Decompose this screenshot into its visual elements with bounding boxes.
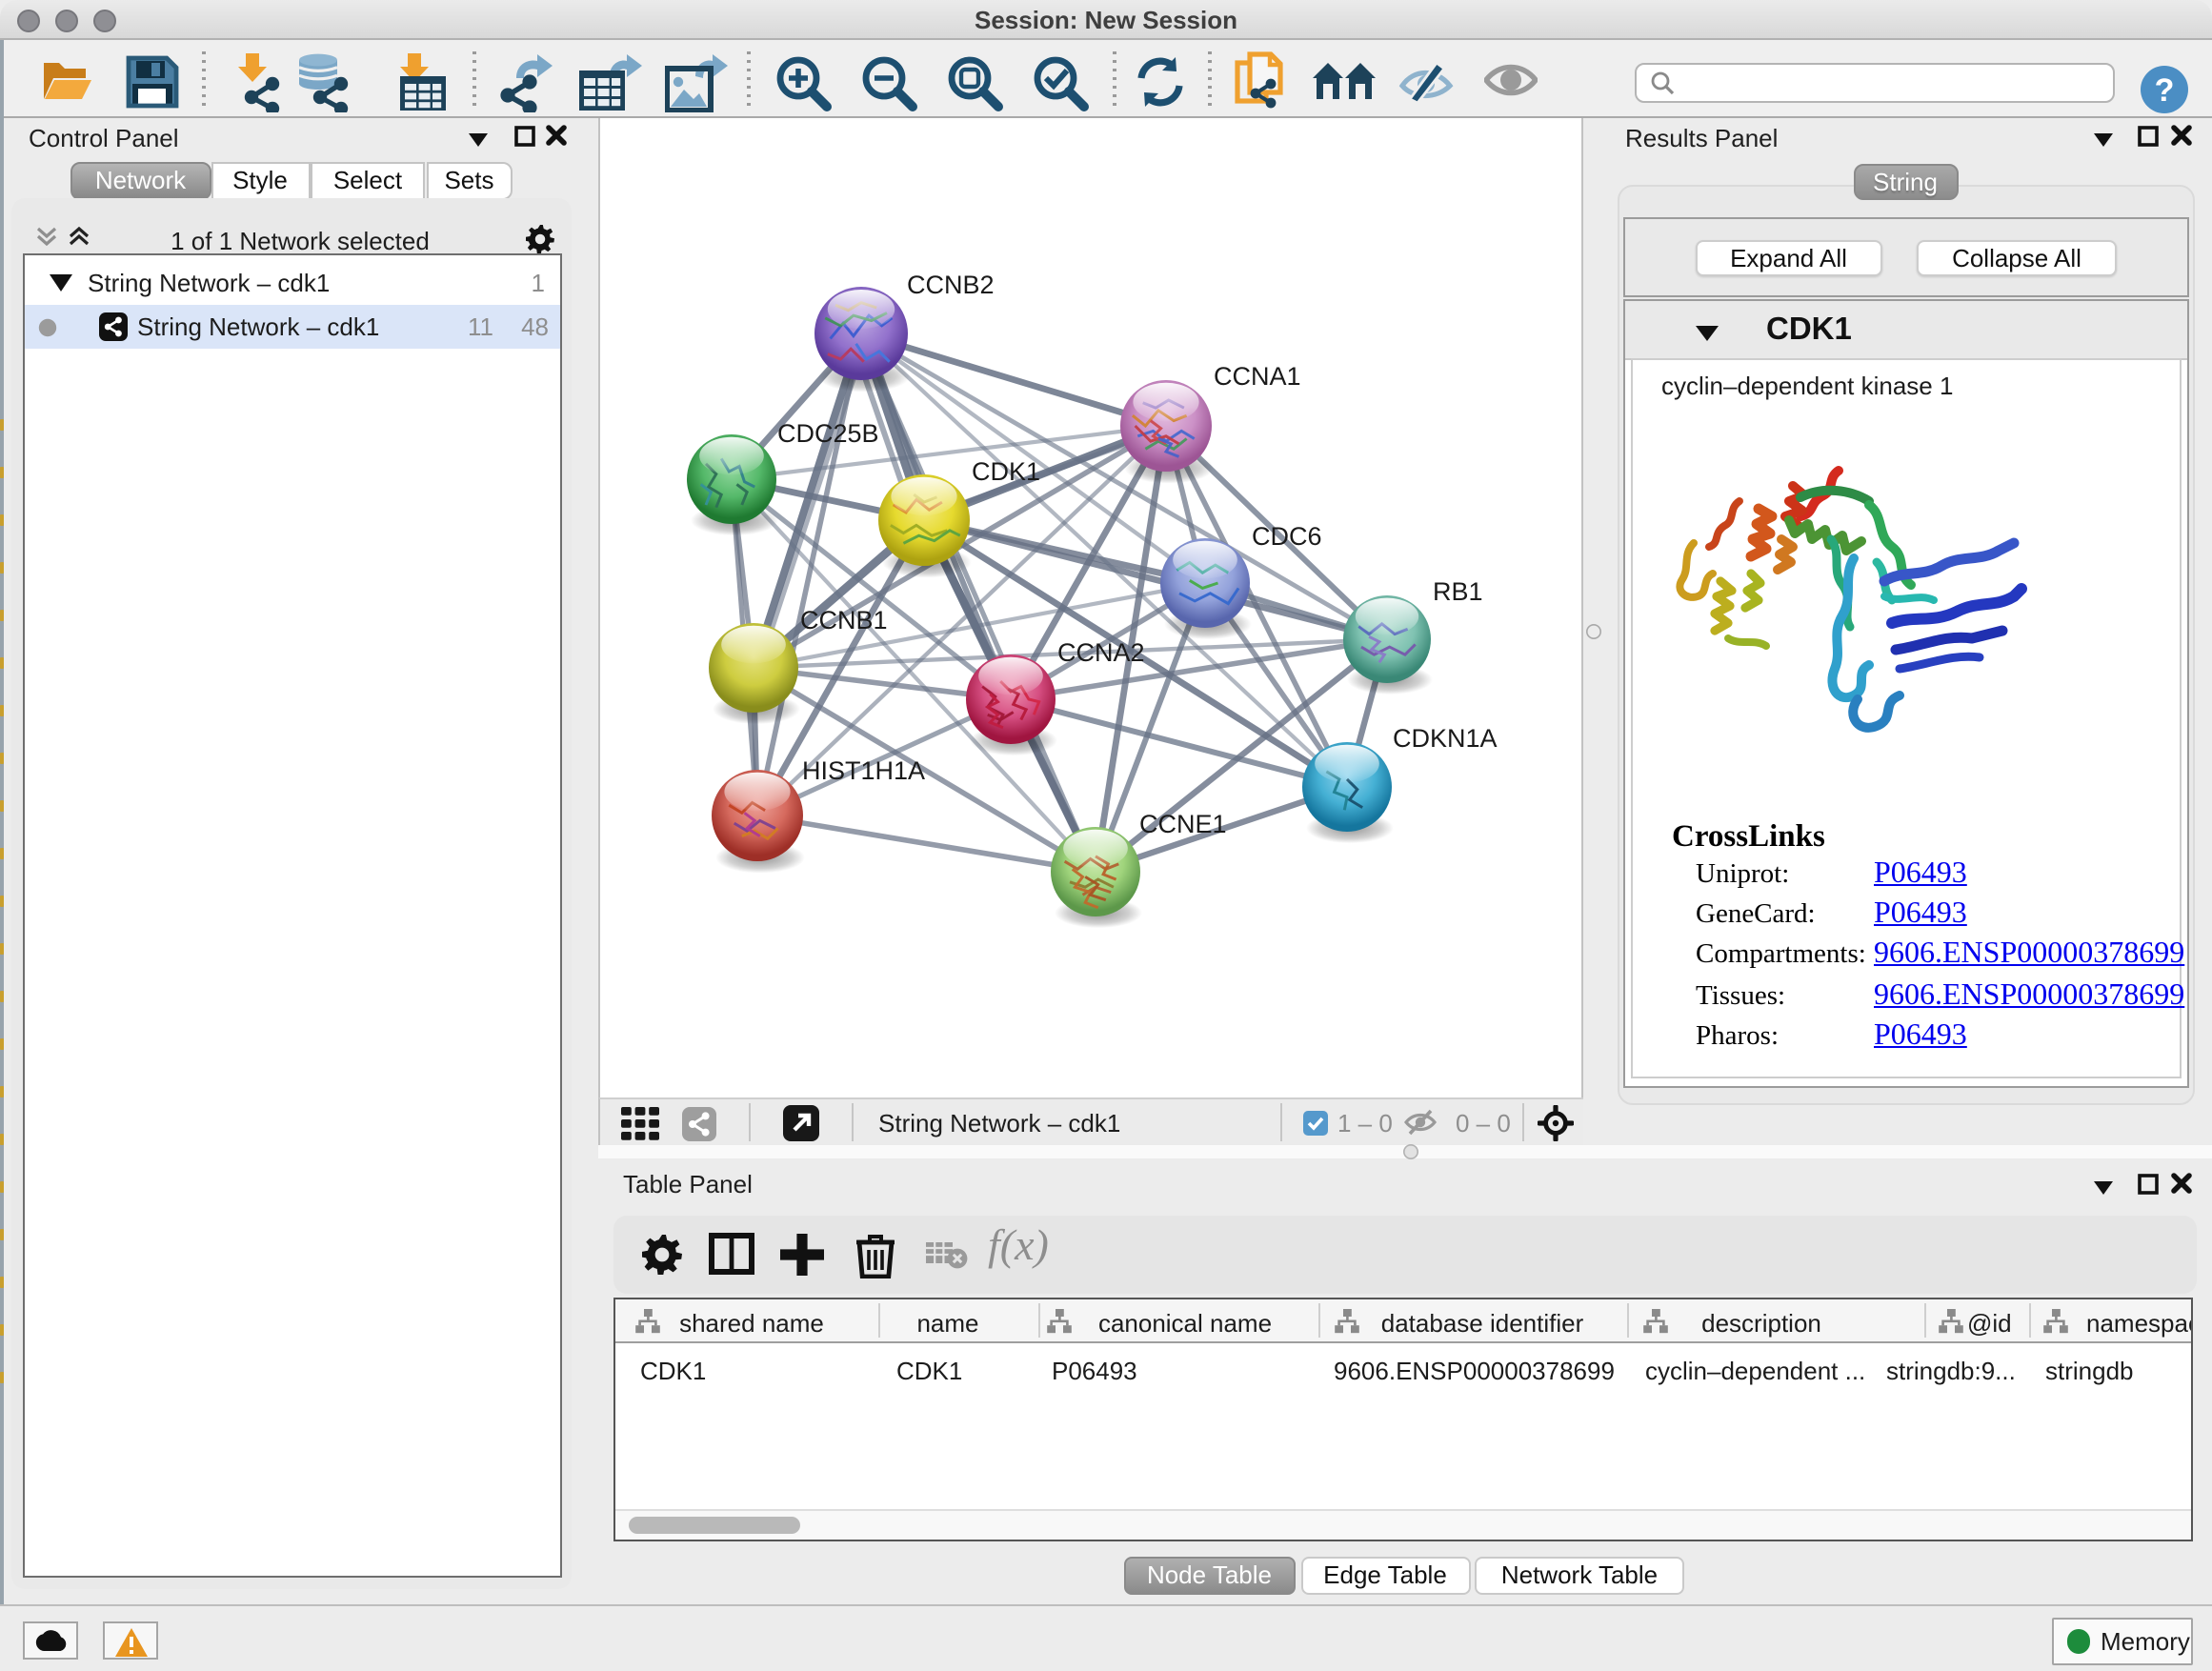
- svg-text:CDC6: CDC6: [1252, 522, 1322, 551]
- svg-text:CCNB2: CCNB2: [907, 271, 995, 299]
- svg-text:HIST1H1A: HIST1H1A: [802, 756, 925, 785]
- svg-text:CCNB1: CCNB1: [800, 606, 888, 634]
- svg-text:CCNA2: CCNA2: [1057, 638, 1145, 667]
- svg-text:CCNE1: CCNE1: [1139, 810, 1227, 838]
- svg-text:CDK1: CDK1: [972, 457, 1040, 486]
- svg-text:CDKN1A: CDKN1A: [1393, 724, 1498, 753]
- svg-text:CDC25B: CDC25B: [777, 419, 879, 448]
- svg-text:?: ?: [2155, 72, 2175, 109]
- svg-text:RB1: RB1: [1433, 577, 1483, 606]
- svg-text:CCNA1: CCNA1: [1214, 362, 1301, 391]
